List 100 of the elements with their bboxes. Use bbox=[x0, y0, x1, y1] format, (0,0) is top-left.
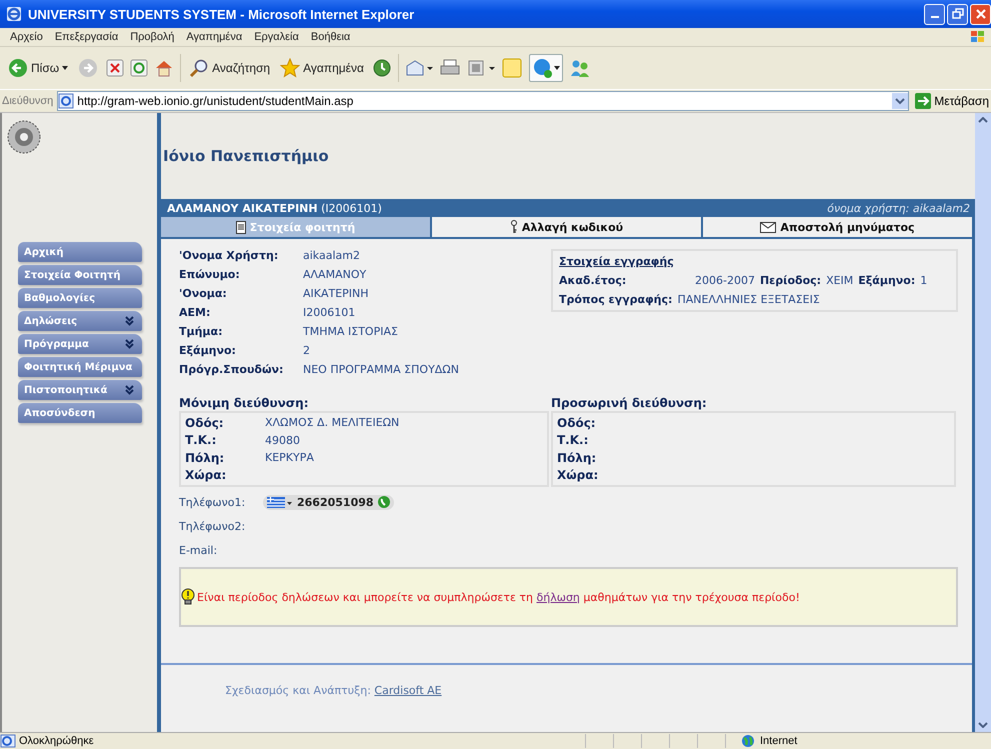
restore-icon bbox=[952, 8, 964, 20]
edit-icon[interactable] bbox=[466, 58, 495, 78]
scroll-down-icon[interactable] bbox=[978, 722, 988, 728]
field-label: E-mail: bbox=[179, 544, 218, 556]
menu-item[interactable]: Βοήθεια bbox=[304, 31, 356, 43]
field-value: ΝΕΟ ΠΡΟΓΡΑΜΜΑ ΣΠΟΥΔΩΝ bbox=[303, 363, 460, 376]
refresh-icon[interactable] bbox=[130, 59, 148, 77]
phone-number-widget[interactable]: 2662051098 bbox=[263, 494, 394, 510]
menu-item[interactable]: Αρχείο bbox=[4, 31, 49, 43]
lightbulb-icon bbox=[181, 588, 195, 606]
field-label: Εξάμηνο: bbox=[179, 344, 237, 357]
vertical-scrollbar[interactable] bbox=[975, 113, 991, 732]
field-label: Περίοδος: bbox=[760, 274, 822, 287]
mail-icon[interactable] bbox=[404, 58, 433, 78]
scroll-up-icon[interactable] bbox=[978, 117, 988, 123]
field-label: Τ.Κ.: bbox=[557, 433, 590, 448]
tab[interactable]: Αλλαγή κωδικού bbox=[432, 217, 701, 237]
dropdown-icon[interactable] bbox=[892, 93, 908, 109]
student-name: ΑΛΑΜΑΝΟΥ ΑΙΚΑΤΕΡΙΝΗ (I2006101) bbox=[167, 202, 382, 214]
field-label: Οδός: bbox=[557, 416, 597, 430]
field-label: Χώρα: bbox=[185, 468, 228, 482]
messenger-button[interactable] bbox=[528, 54, 563, 82]
field-label: Πόλη: bbox=[557, 450, 598, 465]
university-emblem-icon bbox=[6, 119, 42, 155]
security-zone-text: Internet bbox=[760, 735, 798, 747]
globe-icon bbox=[740, 734, 756, 748]
field-value: ΠΑΝΕΛΛΗΝΙΕΣ ΕΞΕΤΑΣΕΙΣ bbox=[677, 293, 820, 306]
address-label: Διεύθυνση bbox=[2, 95, 54, 107]
field-value: ΑΙΚΑΤΕΡΙΝΗ bbox=[303, 287, 370, 300]
field-label: 'Ονομα: bbox=[179, 287, 228, 300]
field-label: Χώρα: bbox=[557, 468, 600, 482]
history-icon[interactable] bbox=[372, 58, 392, 78]
maximize-button[interactable] bbox=[947, 4, 968, 24]
section-title: Προσωρινή διεύθυνση: bbox=[551, 396, 708, 410]
field-value: I2006101 bbox=[303, 306, 356, 319]
field-label: 'Ονομα Χρήστη: bbox=[179, 249, 280, 262]
username-text: όνομα χρήστη: aikaalam2 bbox=[827, 202, 970, 214]
field-label: Επώνυμο: bbox=[179, 268, 241, 281]
address-field[interactable]: http://gram-web.ionio.gr/unistudent/studentMain.asp bbox=[57, 91, 910, 111]
field-value: 1 bbox=[920, 274, 928, 287]
field-label: Εξάμηνο: bbox=[858, 274, 916, 287]
star-icon bbox=[280, 58, 300, 78]
go-arrow-icon bbox=[915, 93, 932, 109]
back-button[interactable]: Πίσω bbox=[6, 56, 70, 80]
menu-item[interactable]: Επεξεργασία bbox=[48, 31, 124, 43]
page-icon bbox=[58, 93, 74, 109]
stop-icon[interactable] bbox=[106, 59, 124, 77]
envelope-icon bbox=[760, 222, 776, 232]
credits-text: Σχεδιασμός και Ανάπτυξη: Cardisoft AE bbox=[225, 684, 442, 697]
notice-text: Είναι περίοδος δηλώσεων και μπορείτε να συμπληρώσετε τη δήλωση μαθημάτων για την τρέχουσα περίοδο! bbox=[197, 590, 800, 604]
field-label: Τ.Κ.: bbox=[185, 433, 218, 448]
status-text: Ολοκληρώθηκε bbox=[19, 735, 94, 747]
flag-icon bbox=[267, 496, 293, 508]
tab[interactable]: Αποστολή μηνύματος bbox=[703, 217, 972, 237]
key-icon bbox=[510, 220, 518, 234]
field-label: Πόλη: bbox=[185, 450, 226, 465]
field-label: Τηλέφωνο1: bbox=[179, 496, 246, 508]
field-value: ΚΕΡΚΥΡΑ bbox=[265, 451, 315, 464]
field-label: Τμήμα: bbox=[179, 325, 224, 338]
go-button[interactable]: Μετάβαση bbox=[913, 93, 991, 109]
menu-item[interactable]: Εργαλεία bbox=[248, 31, 305, 43]
field-value: ΧΕΙΜ bbox=[826, 274, 854, 287]
field-label: Πρόγρ.Σπουδών: bbox=[179, 363, 284, 376]
windows-logo-icon bbox=[969, 29, 987, 45]
document-icon bbox=[236, 220, 246, 234]
chat-icon bbox=[532, 57, 554, 79]
section-title: Μόνιμη διεύθυνση: bbox=[179, 396, 310, 410]
browser-logo-icon bbox=[6, 6, 22, 22]
people-icon[interactable] bbox=[568, 58, 591, 78]
page-icon bbox=[0, 734, 16, 748]
field-label: Τρόπος εγγραφής: bbox=[559, 293, 672, 306]
minimize-button[interactable] bbox=[924, 4, 945, 24]
field-value: 2 bbox=[303, 344, 311, 357]
favorites-button[interactable]: Αγαπημένα bbox=[278, 56, 366, 80]
registration-link[interactable]: Στοιχεία εγγραφής bbox=[559, 255, 674, 268]
field-value: 2006-2007 bbox=[695, 274, 755, 287]
menu-item[interactable]: Προβολή bbox=[124, 31, 180, 43]
home-icon[interactable] bbox=[154, 59, 174, 77]
field-label: Ακαδ.έτος: bbox=[559, 274, 628, 287]
caret-icon bbox=[62, 66, 68, 70]
phone-call-icon bbox=[378, 496, 390, 508]
field-label: ΑΕΜ: bbox=[179, 306, 212, 319]
field-label: Οδός: bbox=[185, 416, 225, 430]
site-title: Ιόνιο Πανεπιστήμιο bbox=[163, 147, 329, 165]
field-value: ΑΛΑΜΑΝΟΥ bbox=[303, 268, 368, 281]
field-value: ΧΛΩΜΟΣ Δ. ΜΕΛΙΤΕΙΕΩΝ bbox=[265, 416, 400, 430]
declaration-link[interactable]: δήλωση bbox=[536, 590, 580, 604]
close-button[interactable] bbox=[970, 4, 991, 24]
window-title: UNIVERSITY STUDENTS SYSTEM - Microsoft Internet Explorer bbox=[28, 6, 416, 22]
field-value: aikaalam2 bbox=[303, 249, 361, 262]
close-icon bbox=[974, 8, 986, 20]
search-icon bbox=[189, 58, 210, 78]
search-button[interactable]: Αναζήτηση bbox=[187, 56, 272, 80]
field-label: Τηλέφωνο2: bbox=[179, 520, 246, 532]
developer-link[interactable]: Cardisoft AE bbox=[374, 684, 442, 697]
menu-item[interactable]: Αγαπημένα bbox=[180, 31, 248, 43]
field-value: 49080 bbox=[265, 434, 301, 447]
minimize-icon bbox=[930, 16, 938, 18]
caret-icon bbox=[554, 66, 560, 70]
field-value: ΤΜΗΜΑ ΙΣΤΟΡΙΑΣ bbox=[303, 325, 399, 338]
